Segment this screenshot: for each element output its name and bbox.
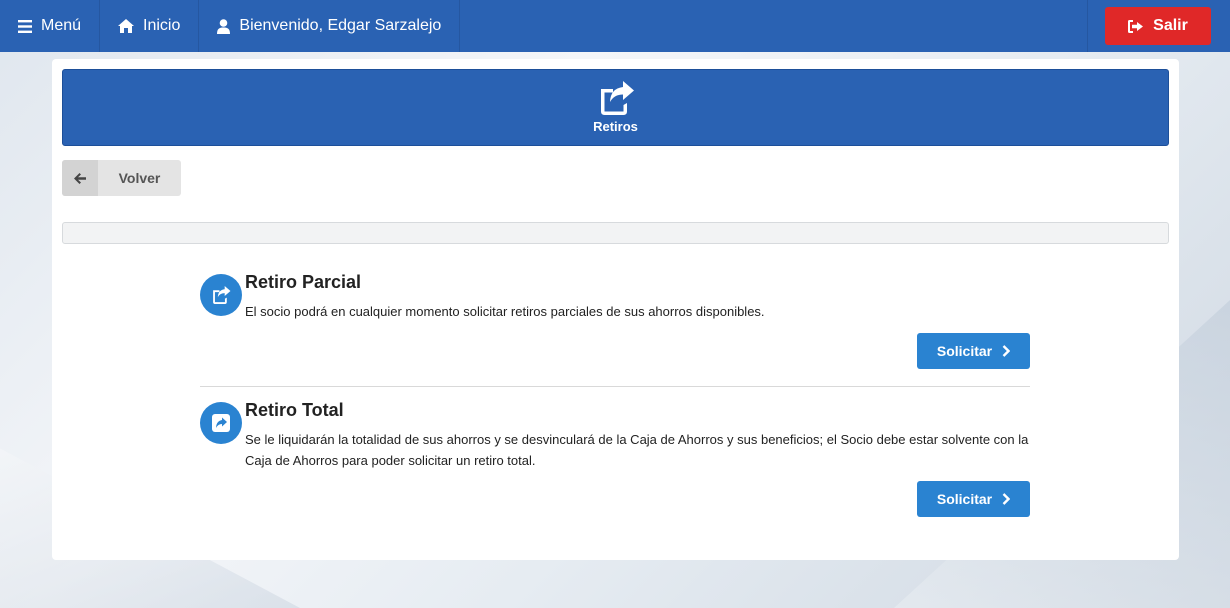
solicitar-total-button[interactable]: Solicitar [917, 481, 1030, 517]
solicitar-label: Solicitar [936, 343, 993, 359]
share-square-filled-icon [200, 402, 242, 444]
user-welcome[interactable]: Bienvenido, Edgar Sarzalejo [199, 0, 461, 52]
menu-button[interactable]: Menú [0, 0, 101, 52]
logout-label: Salir [1153, 17, 1188, 34]
menu-label: Menú [41, 17, 82, 34]
section-header: Retiros [62, 69, 1169, 146]
solicitar-parcial-button[interactable]: Solicitar [917, 333, 1030, 369]
back-button[interactable]: Volver [62, 160, 181, 196]
home-label: Inicio [143, 17, 181, 34]
home-icon [118, 19, 135, 33]
arrow-left-icon [62, 160, 98, 196]
user-icon [217, 18, 231, 34]
share-square-icon [600, 81, 634, 115]
chevron-right-icon [1002, 345, 1011, 357]
solicitar-label: Solicitar [936, 491, 993, 507]
logout-button[interactable]: Salir [1105, 7, 1211, 45]
navbar-spacer [460, 0, 1088, 52]
welcome-label: Bienvenido, Edgar Sarzalejo [239, 17, 442, 34]
top-navbar: Menú Inicio Bienvenido, Edgar Sarzalejo … [0, 0, 1230, 52]
main-panel: Retiros Volver Retiro Parcial El socio p… [52, 59, 1179, 560]
divider [200, 386, 1030, 387]
chevron-right-icon [1002, 493, 1011, 505]
sign-out-icon [1128, 19, 1144, 33]
share-square-icon [200, 274, 242, 316]
option-title: Retiro Total [245, 400, 344, 420]
back-label: Volver [118, 170, 161, 186]
option-description: El socio podrá en cualquier momento soli… [245, 304, 765, 319]
info-bar [62, 222, 1169, 244]
home-link[interactable]: Inicio [100, 0, 200, 52]
option-title: Retiro Parcial [245, 272, 362, 292]
option-description: Se le liquidarán la totalidad de sus aho… [245, 432, 1029, 468]
section-title: Retiros [593, 119, 638, 134]
hamburger-icon [18, 19, 32, 33]
